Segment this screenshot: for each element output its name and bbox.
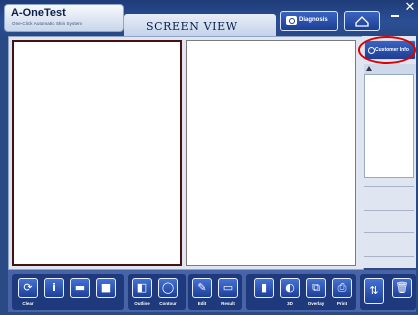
outline-label: Outline [134,301,150,306]
app-title: A-OneTest [11,7,66,19]
edit-button[interactable]: ✎ [192,278,212,298]
monitor-icon: ▭ [222,281,234,294]
print-button[interactable]: ⎙ [332,278,352,298]
save-icon: ■ [100,281,112,294]
customer-list[interactable] [364,74,414,178]
home-button[interactable] [344,11,380,31]
home-icon [355,16,369,27]
swap-button[interactable]: ⇅ [364,278,384,304]
3d-icon: ◐ [285,281,295,294]
3d-label: 3D [287,301,293,306]
folder-icon: ▬ [74,281,86,294]
edit-label: Edit [197,301,207,306]
app-logo: A-OneTest One-Click Automatic Skin Syste… [4,4,124,32]
image-view-left[interactable] [12,40,182,266]
clear-button[interactable]: ⟳ [18,278,38,298]
image-view-right[interactable] [186,40,356,266]
refresh-icon: ⟳ [23,281,33,294]
single-view-icon: ▮ [260,281,268,294]
print-label: Print [336,301,348,306]
diagnosis-label: Diagnosis [299,17,328,23]
3d-button[interactable]: ◐ [280,278,300,298]
collapse-arrow-icon[interactable] [366,66,372,71]
overlay-label: Overlay [307,301,325,306]
diagnosis-button[interactable]: Diagnosis [280,11,338,31]
highlight-circle [358,36,416,64]
result-label: Result [221,301,235,306]
divider [364,256,414,257]
camera-icon [286,16,297,25]
info-button[interactable]: i [44,278,64,298]
info-icon: i [52,281,56,294]
screen-title: SCREEN VIEW [146,20,238,33]
minimize-icon [391,15,399,17]
divider [364,186,414,187]
app-subtitle: One-Click Automatic Skin System [12,21,83,26]
swap-icon: ⇅ [369,284,379,297]
save-button[interactable]: ■ [96,278,116,298]
overlay-icon: ⧉ [312,281,320,294]
single-view-button[interactable]: ▮ [254,278,274,298]
divider [364,210,414,211]
open-button[interactable]: ▬ [70,278,90,298]
delete-button[interactable]: 🗑 [392,278,412,298]
divider [364,232,414,233]
trash-icon: 🗑 [395,281,409,294]
printer-icon: ⎙ [337,281,347,294]
result-button[interactable]: ▭ [218,278,238,298]
contour-icon: ◯ [161,281,175,294]
contour-button[interactable]: ◯ [158,278,178,298]
close-button[interactable]: ✕ [403,1,417,15]
outline-button[interactable]: ◧ [132,278,152,298]
minimize-button[interactable] [390,4,400,17]
overlay-button[interactable]: ⧉ [306,278,326,298]
edit-icon: ✎ [197,281,207,294]
outline-icon: ◧ [136,281,148,294]
clear-label: Clear [22,301,34,306]
contour-label: Contour [159,301,177,306]
